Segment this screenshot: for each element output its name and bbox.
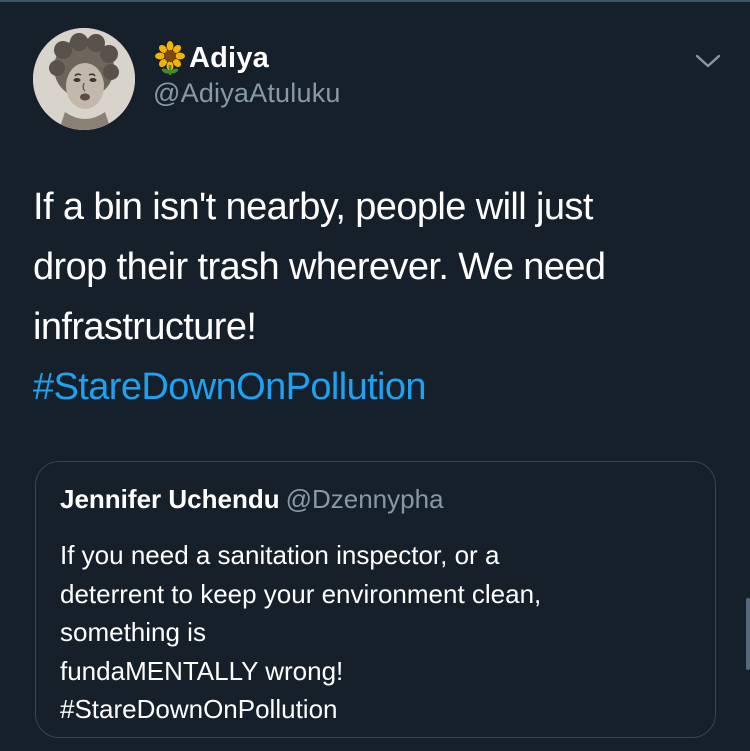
sunflower-icon xyxy=(153,41,187,75)
quoted-text-line: #StareDownOnPollution xyxy=(60,694,338,724)
tweet-view: Adiya @AdiyaAtuluku If a bin isn't nearb… xyxy=(0,0,750,751)
author-display-name[interactable]: Adiya xyxy=(189,42,269,75)
tweet-text-line: drop their trash wherever. We need xyxy=(33,246,606,288)
hashtag-link[interactable]: #StareDownOnPollution xyxy=(33,357,723,417)
scrollbar-thumb[interactable] xyxy=(746,598,750,670)
avatar-image xyxy=(33,28,135,130)
quoted-author-name: Jennifer Uchendu xyxy=(60,484,280,514)
tweet-text-line: If a bin isn't nearby, people will just xyxy=(33,186,593,228)
quoted-text-line: If you need a sanitation inspector, or a xyxy=(60,540,500,570)
quoted-tweet-card[interactable]: Jennifer Uchendu @Dzennypha If you need a… xyxy=(35,461,716,738)
tweet-text-line: infrastructure! xyxy=(33,306,257,348)
avatar[interactable] xyxy=(33,28,135,130)
quoted-text-line: deterrent to keep your environment clean… xyxy=(60,578,542,609)
author-handle[interactable]: @AdiyaAtuluku xyxy=(153,78,341,109)
quoted-author-handle: @Dzennypha xyxy=(285,484,444,514)
chevron-down-icon[interactable] xyxy=(694,50,722,72)
quoted-tweet-body: If you need a sanitation inspector, or a… xyxy=(60,536,541,729)
quoted-tweet-header: Jennifer Uchendu @Dzennypha xyxy=(60,484,444,515)
quoted-text-line: fundaMENTALLY wrong! xyxy=(60,655,344,686)
top-divider xyxy=(0,0,750,2)
tweet-body: If a bin isn't nearby, people will just … xyxy=(33,177,723,417)
quoted-text-line: something is xyxy=(60,617,206,647)
author-name-row[interactable]: Adiya xyxy=(153,40,269,76)
